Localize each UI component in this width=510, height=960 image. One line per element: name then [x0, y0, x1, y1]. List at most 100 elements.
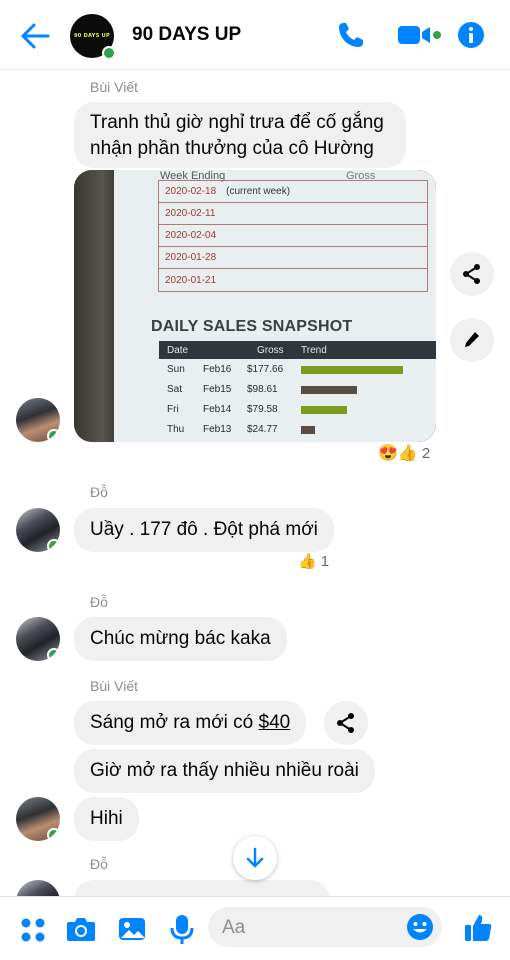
- row-day: Sat: [167, 384, 183, 395]
- avatar[interactable]: [16, 880, 60, 896]
- row-gross: $177.66: [247, 364, 284, 375]
- gallery-icon[interactable]: [118, 915, 146, 943]
- message-list[interactable]: Bùi Viết Tranh thủ giờ nghỉ trưa để cố g…: [0, 70, 510, 896]
- reaction-count: 2: [421, 444, 431, 462]
- snapshot-header-row: Date Gross Trend: [159, 341, 436, 359]
- sender-name: Bùi Viết: [90, 678, 138, 694]
- message-text: Hihi: [90, 808, 123, 829]
- message-text: Chúc mừng bác kaka: [90, 628, 271, 649]
- monitor-screen: Week Ending Gross 2020-02-18 (current we…: [114, 170, 436, 442]
- scroll-down-button[interactable]: [233, 836, 277, 880]
- row-gross: $98.61: [247, 384, 278, 395]
- message-bubble[interactable]: Giờ mở ra thấy nhiều nhiều roài: [74, 749, 375, 793]
- share-icon: [463, 264, 480, 284]
- message-bubble[interactable]: [74, 880, 330, 896]
- message-input[interactable]: Aa: [208, 907, 442, 947]
- info-icon[interactable]: [456, 20, 486, 50]
- money-link[interactable]: $40: [259, 712, 291, 733]
- avatar[interactable]: [16, 508, 60, 552]
- row-gross: $24.77: [247, 424, 278, 435]
- row-day: Thu: [167, 424, 185, 435]
- back-arrow-icon[interactable]: [20, 22, 50, 50]
- col-date: Date: [167, 345, 189, 356]
- share-button[interactable]: [450, 252, 494, 296]
- current-week-label: (current week): [226, 186, 291, 197]
- week-date: 2020-01-28: [165, 252, 217, 263]
- group-avatar[interactable]: 90 DAYS UP: [70, 14, 116, 60]
- microphone-icon[interactable]: [170, 913, 194, 945]
- online-indicator: [102, 46, 116, 60]
- message-bubble[interactable]: Sáng mở ra mới có $40: [74, 701, 307, 745]
- col-trend: Trend: [301, 345, 327, 356]
- trend-bar: [301, 426, 315, 434]
- row-date: Feb15: [203, 384, 232, 395]
- snapshot-title: DAILY SALES SNAPSHOT: [151, 318, 353, 335]
- avatar[interactable]: [16, 398, 60, 442]
- message-text: nhận phần thưởng của cô Hường: [90, 138, 374, 159]
- phone-icon[interactable]: [336, 20, 366, 50]
- message-bubble[interactable]: Tranh thủ giờ nghỉ trưa để cố gắng nhận …: [74, 102, 406, 168]
- avatar[interactable]: [16, 617, 60, 661]
- week-row: 2020-02-18 (current week): [159, 181, 427, 203]
- sender-name: Đỗ: [90, 484, 108, 500]
- like-icon[interactable]: [464, 913, 492, 943]
- chat-header: 90 DAYS UP 90 DAYS UP: [0, 0, 510, 70]
- sender-name: Bùi Viết: [90, 79, 138, 95]
- trend-bar: [301, 406, 347, 414]
- sender-name: Đỗ: [90, 594, 108, 610]
- photo-message[interactable]: Week Ending Gross 2020-02-18 (current we…: [74, 170, 436, 442]
- reaction-summary[interactable]: 😍👍 2: [378, 443, 430, 463]
- week-date: 2020-02-11: [165, 208, 216, 219]
- sender-name: Đỗ: [90, 856, 108, 872]
- composer-bar: Aa: [0, 896, 510, 960]
- edit-button[interactable]: [450, 318, 494, 362]
- share-button[interactable]: [324, 701, 368, 745]
- message-bubble[interactable]: Chúc mừng bác kaka: [74, 617, 287, 661]
- trend-bar: [301, 366, 403, 374]
- message-text: Sáng mở ra mới có: [90, 712, 259, 733]
- emoji-icon[interactable]: [406, 913, 434, 941]
- message-bubble[interactable]: Uầy . 177 đô . Đột phá mới: [74, 508, 334, 552]
- week-date: 2020-01-21: [165, 274, 217, 286]
- share-icon: [337, 713, 354, 733]
- message-text: Giờ mở ra thấy nhiều nhiều roài: [90, 760, 359, 781]
- snapshot-row: Sun Feb16 $177.66: [159, 360, 436, 380]
- group-logo-text: 90 DAYS UP: [74, 33, 110, 39]
- week-row: 2020-02-11: [159, 203, 427, 225]
- message-input-placeholder: Aa: [222, 917, 246, 938]
- conversation-title[interactable]: 90 DAYS UP: [132, 24, 241, 46]
- week-date: 2020-02-18: [165, 186, 217, 197]
- row-date: Feb16: [203, 364, 232, 375]
- thumbs-up-emoji-icon: 👍: [298, 553, 317, 570]
- snapshot-row: Fri Feb14 $79.58: [159, 400, 436, 420]
- row-gross: $79.58: [247, 404, 278, 415]
- week-row: 2020-01-28: [159, 247, 427, 269]
- row-day: Fri: [167, 404, 179, 415]
- snapshot-row: Thu Feb13 $24.77: [159, 420, 436, 440]
- video-call-icon[interactable]: [396, 20, 442, 50]
- reaction-summary[interactable]: 👍 1: [298, 552, 330, 571]
- scroll-down-icon: [246, 847, 264, 868]
- col-gross: Gross: [257, 345, 284, 356]
- avatar[interactable]: [16, 797, 60, 841]
- snapshot-row: Sat Feb15 $98.61: [159, 380, 436, 400]
- row-date: Feb13: [203, 424, 232, 435]
- online-indicator: [47, 539, 60, 552]
- online-indicator: [47, 828, 60, 841]
- week-date: 2020-02-04: [165, 230, 217, 241]
- message-bubble[interactable]: Hihi: [74, 797, 139, 841]
- row-day: Sun: [167, 364, 185, 375]
- camera-icon[interactable]: [66, 915, 96, 943]
- row-date: Feb14: [203, 404, 232, 415]
- apps-icon[interactable]: [20, 917, 46, 943]
- message-text: Tranh thủ giờ nghỉ trưa để cố gắng: [90, 112, 384, 133]
- reaction-count: 1: [320, 552, 330, 570]
- message-text: Uầy . 177 đô . Đột phá mới: [90, 519, 318, 540]
- week-row: 2020-01-21: [159, 269, 427, 291]
- trend-bar: [301, 386, 357, 394]
- online-indicator: [47, 429, 60, 442]
- edit-icon: [465, 332, 479, 347]
- weeks-table: 2020-02-18 (current week) 2020-02-11 202…: [158, 180, 428, 292]
- week-row: 2020-02-04: [159, 225, 427, 247]
- online-indicator: [47, 648, 60, 661]
